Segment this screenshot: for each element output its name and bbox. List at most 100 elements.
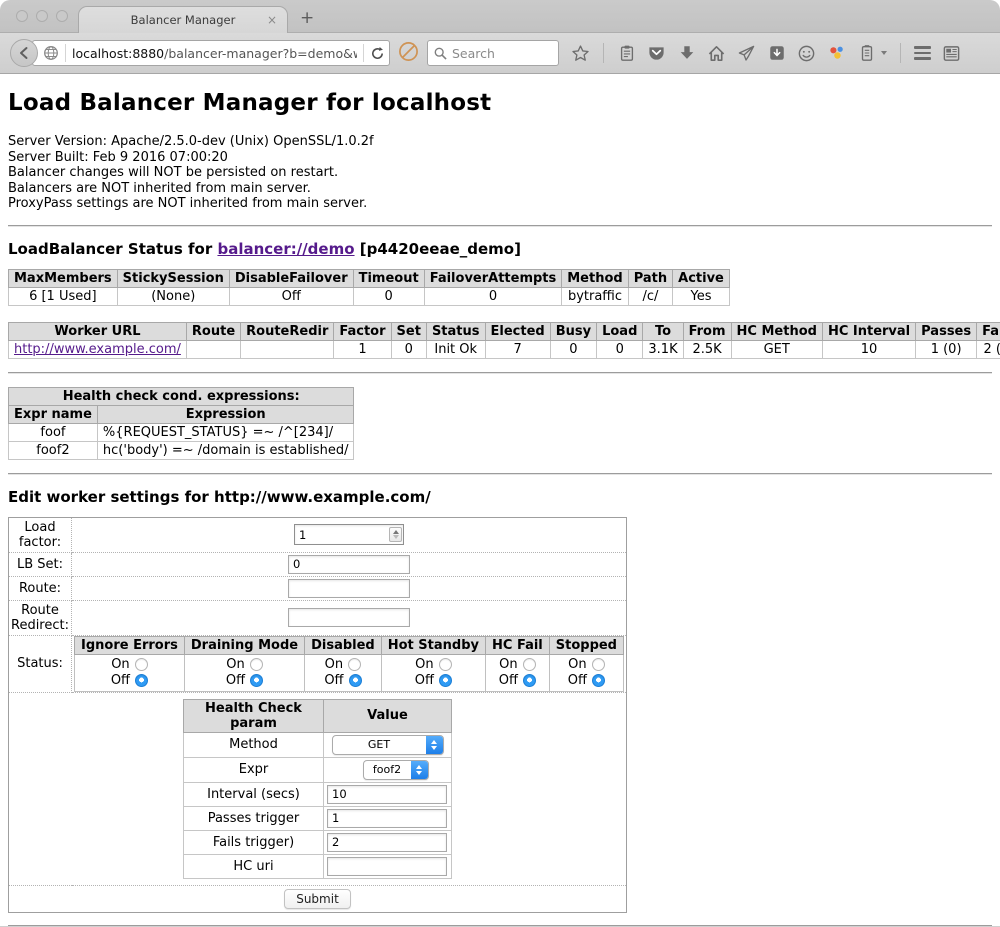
send-plane-icon[interactable]	[737, 44, 756, 63]
status-label: Status:	[9, 635, 72, 692]
disabled-off-radio[interactable]	[349, 674, 362, 687]
back-button[interactable]	[10, 39, 38, 67]
cell-busy: 0	[550, 340, 596, 358]
chat-smiley-icon[interactable]	[797, 44, 816, 63]
divider	[8, 225, 992, 227]
url-bar[interactable]: localhost:8880/balancer-manager?b=demo&w…	[32, 40, 390, 66]
load-factor-input-wrap	[294, 524, 404, 545]
hc-expr-select[interactable]: foof2	[363, 760, 429, 780]
color-dots-icon[interactable]	[827, 44, 846, 63]
health-check-expressions-table: Health check cond. expressions: Expr nam…	[8, 387, 354, 460]
close-window-button[interactable]	[16, 10, 28, 22]
draining-mode-on-radio[interactable]	[250, 658, 263, 671]
cell-load: 0	[597, 340, 643, 358]
worker-url-link[interactable]: http://www.example.com/	[14, 342, 181, 357]
stopped-on-radio[interactable]	[592, 658, 605, 671]
clipboard-icon[interactable]	[617, 44, 636, 63]
tab-close-icon[interactable]: ×	[267, 13, 277, 27]
col-active: Active	[673, 269, 730, 287]
url-host: localhost:8880	[72, 46, 164, 61]
hc-uri-input[interactable]	[327, 857, 447, 876]
minimize-window-button[interactable]	[36, 10, 48, 22]
hc-fails-row: Fails trigger)	[184, 830, 452, 854]
url-text[interactable]: localhost:8880/balancer-manager?b=demo&w…	[72, 46, 357, 61]
hc-fail-off-radio[interactable]	[523, 674, 536, 687]
hot-standby-off-radio[interactable]	[439, 674, 452, 687]
stopped-off-radio[interactable]	[592, 674, 605, 687]
cell-routeredir	[241, 340, 334, 358]
balancer-demo-link[interactable]: balancer://demo	[217, 240, 354, 258]
number-spinner-icon[interactable]	[389, 527, 402, 542]
hot-standby-radios: On Off	[381, 654, 485, 691]
col-status: Status	[426, 322, 485, 340]
col-maxmembers: MaxMembers	[9, 269, 118, 287]
window-controls[interactable]	[16, 10, 68, 22]
load-factor-input[interactable]	[299, 528, 389, 542]
col-stickysession: StickySession	[117, 269, 229, 287]
reload-icon[interactable]	[370, 46, 385, 61]
col-timeout: Timeout	[353, 269, 424, 287]
url-divider-right	[363, 44, 364, 62]
hc-fail-on-radio[interactable]	[523, 658, 536, 671]
hc-fail-radios: On Off	[486, 654, 550, 691]
hc-method-select[interactable]: GET	[332, 735, 444, 755]
page-content: Load Balancer Manager for localhost Serv…	[0, 74, 1000, 927]
hc-interval-input[interactable]	[327, 785, 447, 804]
search-input[interactable]	[452, 46, 542, 61]
route-redirect-label: Route Redirect:	[9, 600, 72, 635]
hc-passes-input[interactable]	[327, 809, 447, 828]
cell-expr-name: foof	[9, 423, 98, 441]
menu-icon[interactable]	[914, 46, 931, 60]
sidebar-battery-icon[interactable]	[857, 44, 876, 63]
route-input[interactable]	[288, 579, 410, 598]
pocket-icon[interactable]	[647, 44, 666, 63]
ignore-errors-radios: On Off	[75, 654, 185, 691]
hc-params-row: Health Check param Value Method GET	[9, 692, 627, 885]
bookmark-star-icon[interactable]	[571, 44, 590, 63]
save-to-device-icon[interactable]	[767, 44, 786, 63]
download-arrow-icon[interactable]	[677, 44, 696, 63]
tracking-protection-off-icon[interactable]	[398, 41, 419, 66]
hot-standby-on-radio[interactable]	[439, 658, 452, 671]
new-tab-button[interactable]: +	[300, 8, 314, 28]
loadbalancer-status-heading: LoadBalancer Status for balancer://demo …	[8, 240, 992, 258]
dropdown-caret-icon[interactable]	[881, 51, 887, 55]
col-busy: Busy	[550, 322, 596, 340]
hc-interval-row: Interval (secs)	[184, 782, 452, 806]
route-redirect-input[interactable]	[288, 608, 410, 627]
col-hc-value: Value	[324, 699, 452, 732]
ignore-errors-on-radio[interactable]	[135, 658, 148, 671]
hc-expr-value: foof2	[364, 763, 411, 776]
expr-row-foof2: foof2 hc('body') =~ /domain is establish…	[9, 441, 354, 459]
select-arrows-icon	[426, 735, 443, 755]
cell-method: bytraffic	[562, 287, 628, 305]
browser-window: Balancer Manager × + localhost:8880/bala…	[0, 0, 1000, 927]
ignore-errors-off-radio[interactable]	[135, 674, 148, 687]
disabled-on-radio[interactable]	[348, 658, 361, 671]
lb-set-row: LB Set:	[9, 552, 627, 576]
search-bar[interactable]	[427, 40, 559, 66]
back-arrow-icon	[17, 46, 31, 60]
col-load: Load	[597, 322, 643, 340]
cell-worker-url: http://www.example.com/	[9, 340, 187, 358]
cell-expr-name: foof2	[9, 441, 98, 459]
draining-mode-off-radio[interactable]	[250, 674, 263, 687]
cell-factor: 1	[334, 340, 391, 358]
col-disabled: Disabled	[305, 636, 382, 654]
status-heading-prefix: LoadBalancer Status for	[8, 240, 217, 258]
newspaper-icon[interactable]	[942, 44, 961, 63]
tab-balancer-manager[interactable]: Balancer Manager ×	[78, 6, 288, 33]
home-icon[interactable]	[707, 44, 726, 63]
hc-fails-input[interactable]	[327, 833, 447, 852]
search-icon	[434, 47, 447, 60]
col-routeredir: RouteRedir	[241, 322, 334, 340]
zoom-window-button[interactable]	[56, 10, 68, 22]
col-fails: Fails	[977, 322, 1000, 340]
lb-set-input[interactable]	[288, 555, 410, 574]
tab-bar: Balancer Manager × +	[0, 0, 1000, 33]
expr-row-foof: foof %{REQUEST_STATUS} =~ /^[234]/	[9, 423, 354, 441]
lb-set-label: LB Set:	[9, 552, 72, 576]
submit-button[interactable]: Submit	[284, 889, 351, 909]
inherit-note-line: Balancers are NOT inherited from main se…	[8, 181, 992, 197]
route-redirect-row: Route Redirect:	[9, 600, 627, 635]
